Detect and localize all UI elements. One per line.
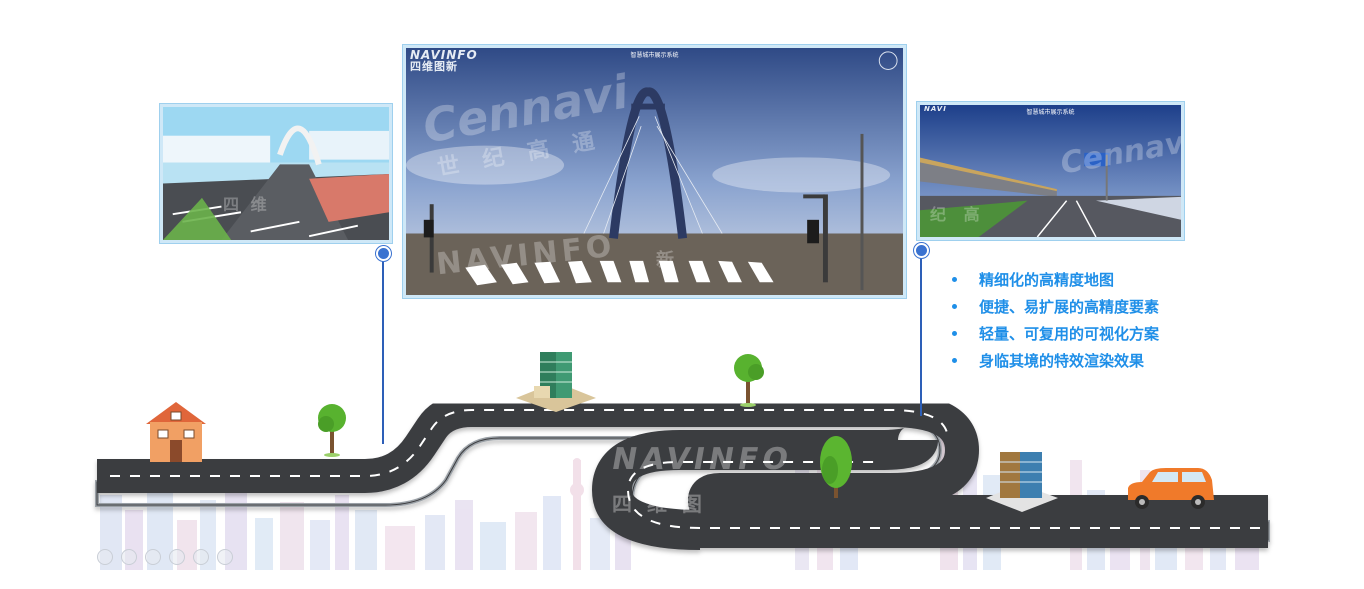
prev-slide-icon[interactable]	[97, 549, 113, 565]
bullet-icon	[952, 277, 957, 282]
bridge-aerial-screenshot	[163, 107, 389, 240]
feature-item: 便捷、易扩展的高精度要素	[952, 293, 1159, 320]
feature-item: 轻量、可复用的可视化方案	[952, 320, 1159, 347]
feature-item: 精细化的高精度地图	[952, 266, 1159, 293]
feature-list: 精细化的高精度地图 便捷、易扩展的高精度要素 轻量、可复用的可视化方案 身临其境…	[952, 266, 1159, 374]
feature-item: 身临其境的特效渲染效果	[952, 347, 1159, 374]
feature-text: 身临其境的特效渲染效果	[979, 351, 1145, 370]
screenshot-panel-left: 四 维	[160, 104, 392, 243]
brand-cn: 四维图新	[410, 60, 458, 73]
bullet-icon	[952, 331, 957, 336]
menu-icon[interactable]	[169, 549, 185, 565]
next-slide-icon[interactable]	[121, 549, 137, 565]
bullet-icon	[952, 304, 957, 309]
screenshot-panel-center: NAVINFO 四维图新 智慧城市展示系统 Cennavi 世 纪 高 通 NA…	[403, 45, 906, 298]
connector-dot-right	[914, 243, 929, 258]
elevated-road-screenshot	[920, 105, 1181, 237]
feature-text: 精细化的高精度地图	[979, 270, 1115, 289]
pen-icon[interactable]	[145, 549, 161, 565]
connector-line-left	[382, 252, 384, 444]
presentation-toolbar[interactable]	[97, 549, 233, 565]
screenshot-panel-right: NAVI 智慧城市展示系统 Cennavi 纪 高	[917, 102, 1184, 240]
bridge-street-screenshot	[406, 48, 903, 295]
zoom-icon[interactable]	[193, 549, 209, 565]
feature-text: 轻量、可复用的可视化方案	[979, 324, 1160, 343]
house-icon	[146, 402, 206, 462]
feature-text: 便捷、易扩展的高精度要素	[979, 297, 1160, 316]
tree-icon	[318, 404, 346, 457]
panel-title: 智慧城市展示系统	[630, 52, 679, 59]
connector-line-right	[920, 250, 922, 416]
connector-dot-left	[376, 246, 391, 261]
more-icon[interactable]	[217, 549, 233, 565]
bullet-icon	[952, 358, 957, 363]
panel-title: 智慧城市展示系统	[1026, 109, 1075, 116]
